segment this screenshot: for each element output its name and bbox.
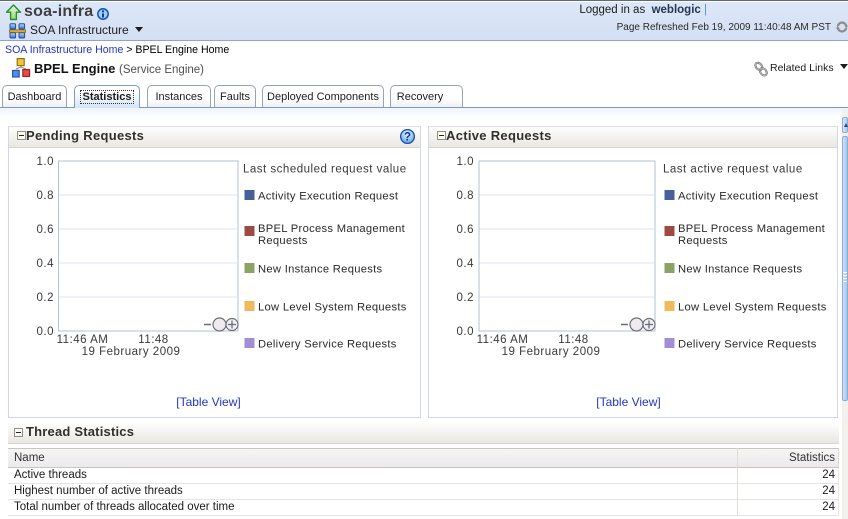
svg-text:11:46 AM: 11:46 AM <box>57 334 109 346</box>
svg-text:1.0: 1.0 <box>37 156 55 168</box>
svg-text:11:48: 11:48 <box>138 334 168 346</box>
svg-text:1.0: 1.0 <box>457 156 475 168</box>
svg-text:Delivery Service Requests: Delivery Service Requests <box>678 339 817 351</box>
svg-text:BPEL Process Management: BPEL Process Management <box>678 223 826 235</box>
svg-text:19 February 2009: 19 February 2009 <box>502 346 601 358</box>
svg-text:11:48: 11:48 <box>558 334 588 346</box>
svg-text:0.8: 0.8 <box>37 190 55 202</box>
svg-text:Low Level System Requests: Low Level System Requests <box>258 302 407 314</box>
svg-text:0.2: 0.2 <box>37 292 55 304</box>
svg-text:0.4: 0.4 <box>457 258 475 270</box>
svg-text:?: ? <box>404 131 411 143</box>
svg-text:19 February 2009: 19 February 2009 <box>82 346 181 358</box>
svg-text:0.8: 0.8 <box>457 190 475 202</box>
svg-text:BPEL Process Management: BPEL Process Management <box>258 223 406 235</box>
svg-text:11:46 AM: 11:46 AM <box>477 334 529 346</box>
svg-text:Delivery Service Requests: Delivery Service Requests <box>258 339 397 351</box>
svg-text:Last scheduled request value: Last scheduled request value <box>243 164 407 176</box>
svg-text:Activity Execution Request: Activity Execution Request <box>258 191 399 203</box>
svg-text:Last active request value: Last active request value <box>663 164 803 176</box>
svg-text:0.4: 0.4 <box>37 258 55 270</box>
svg-text:Requests: Requests <box>258 235 308 247</box>
svg-text:Requests: Requests <box>678 235 728 247</box>
svg-text:Activity Execution Request: Activity Execution Request <box>678 191 819 203</box>
svg-text:Low Level System Requests: Low Level System Requests <box>678 302 827 314</box>
svg-text:New Instance Requests: New Instance Requests <box>258 264 383 276</box>
svg-text:0.6: 0.6 <box>457 224 475 236</box>
svg-text:0.0: 0.0 <box>37 326 55 338</box>
svg-text:New Instance Requests: New Instance Requests <box>678 264 803 276</box>
svg-text:0.0: 0.0 <box>457 326 475 338</box>
svg-text:0.2: 0.2 <box>457 292 475 304</box>
svg-text:0.6: 0.6 <box>37 224 55 236</box>
